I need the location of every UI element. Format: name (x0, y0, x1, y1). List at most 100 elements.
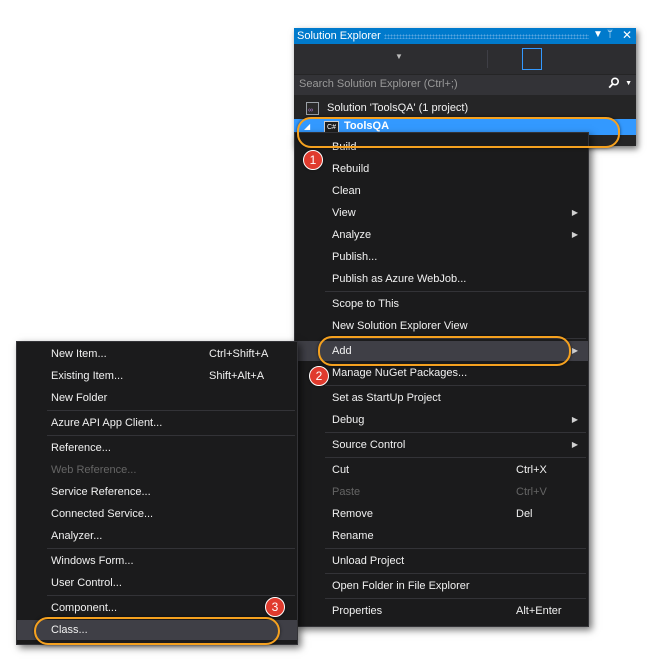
menu-separator (325, 598, 586, 599)
shortcut-label: Shift+Alt+A (209, 370, 265, 382)
shortcut-label: Ctrl+X (516, 464, 547, 476)
menu-item-label: New Item... (51, 348, 107, 360)
menu-item-source-control[interactable]: Source Control ▶ (295, 435, 588, 455)
submenu-item-existing-item[interactable]: Existing Item... Shift+Alt+A (17, 366, 297, 386)
menu-item-label: User Control... (51, 577, 122, 589)
menu-item-new-solution-explorer-view[interactable]: New Solution Explorer View (295, 316, 588, 336)
submenu-arrow-icon: ▶ (571, 415, 578, 424)
menu-item-label: Analyze (332, 229, 372, 241)
submenu-item-analyzer[interactable]: Analyzer... (17, 526, 297, 546)
menu-item-manage-nuget-packages[interactable]: Manage NuGet Packages... (295, 363, 588, 383)
submenu-arrow-icon: ▶ (571, 230, 578, 239)
menu-separator (325, 573, 586, 574)
menu-item-scope-to-this[interactable]: Scope to This (295, 294, 588, 314)
menu-item-set-as-startup-project[interactable]: Set as StartUp Project (295, 388, 588, 408)
menu-item-label: Azure API App Client... (51, 417, 163, 429)
shortcut-label: Del (516, 508, 533, 520)
menu-item-label: Reference... (51, 442, 111, 454)
shortcut-label: Ctrl+V (516, 486, 547, 498)
menu-item-paste[interactable]: Paste Ctrl+V (295, 482, 588, 502)
solution-icon: ∞ (306, 102, 319, 115)
menu-item-remove[interactable]: Remove Del (295, 504, 588, 524)
project-context-menu: Build Rebuild Clean View ▶ Analyze ▶ Publi… (294, 132, 589, 627)
menu-item-publish[interactable]: Publish... (295, 247, 588, 267)
window-position-dropdown-icon[interactable]: ▼ (593, 29, 603, 40)
menu-item-cut[interactable]: Cut Ctrl+X (295, 460, 588, 480)
solution-explorer-title: Solution Explorer (297, 30, 381, 42)
solution-node[interactable]: ∞ Solution 'ToolsQA' (1 project) (294, 99, 636, 117)
menu-item-label: Service Reference... (51, 486, 151, 498)
menu-item-label: Rebuild (332, 163, 370, 175)
menu-item-label: Publish... (332, 251, 378, 263)
menu-item-debug[interactable]: Debug ▶ (295, 410, 588, 430)
menu-item-label: Clean (332, 185, 361, 197)
submenu-item-user-control[interactable]: User Control... (17, 573, 297, 593)
menu-item-label: Windows Form... (51, 555, 134, 567)
titlebar-grip[interactable] (384, 34, 589, 39)
menu-item-label: Analyzer... (51, 530, 103, 542)
menu-item-label: Scope to This (332, 298, 400, 310)
menu-separator (325, 432, 586, 433)
submenu-item-new-folder[interactable]: New Folder (17, 388, 297, 408)
toolbar-dropdown-arrow-icon[interactable]: ▼ (395, 52, 403, 61)
menu-item-label: Properties (332, 605, 383, 617)
menu-item-analyze[interactable]: Analyze ▶ (295, 225, 588, 245)
submenu-arrow-icon: ▶ (571, 346, 578, 355)
step-badge-3: 3 (265, 597, 285, 617)
menu-item-label: Remove (332, 508, 373, 520)
add-submenu: New Item... Ctrl+Shift+A Existing Item...… (16, 341, 298, 645)
search-options-dropdown-icon[interactable]: ▼ (625, 80, 632, 87)
menu-item-label: Manage NuGet Packages... (332, 367, 468, 379)
menu-separator (47, 410, 295, 411)
solution-label: Solution 'ToolsQA' (1 project) (327, 102, 469, 114)
submenu-item-component[interactable]: Component... (17, 598, 297, 618)
pin-icon[interactable]: ᛘ (607, 29, 613, 40)
menu-item-properties[interactable]: Properties Alt+Enter (295, 601, 588, 621)
close-icon[interactable]: ✕ (622, 28, 632, 42)
menu-item-rename[interactable]: Rename (295, 526, 588, 546)
toolbar-button[interactable] (522, 48, 542, 70)
solution-explorer-titlebar: Solution Explorer ▼ ᛘ ✕ (294, 28, 636, 44)
menu-item-clean[interactable]: Clean (295, 181, 588, 201)
submenu-item-service-reference[interactable]: Service Reference... (17, 482, 297, 502)
menu-separator (325, 385, 586, 386)
menu-item-label: New Folder (51, 392, 108, 404)
menu-item-label: Open Folder in File Explorer (332, 580, 470, 592)
menu-item-label: Existing Item... (51, 370, 124, 382)
menu-item-unload-project[interactable]: Unload Project (295, 551, 588, 571)
menu-item-view[interactable]: View ▶ (295, 203, 588, 223)
search-icon[interactable] (608, 77, 620, 92)
submenu-item-reference[interactable]: Reference... (17, 438, 297, 458)
menu-item-publish-azure-webjob[interactable]: Publish as Azure WebJob... (295, 269, 588, 289)
menu-item-label: View (332, 207, 356, 219)
menu-item-label: Publish as Azure WebJob... (332, 273, 467, 285)
submenu-item-connected-service[interactable]: Connected Service... (17, 504, 297, 524)
search-input[interactable]: Search Solution Explorer (Ctrl+;) (299, 78, 458, 90)
submenu-item-windows-form[interactable]: Windows Form... (17, 551, 297, 571)
menu-item-label: Debug (332, 414, 365, 426)
submenu-item-azure-api-app-client[interactable]: Azure API App Client... (17, 413, 297, 433)
menu-item-label: Component... (51, 602, 118, 614)
menu-separator (325, 291, 586, 292)
shortcut-label: Alt+Enter (516, 605, 562, 617)
submenu-arrow-icon: ▶ (571, 208, 578, 217)
highlight-ring-project (297, 117, 620, 148)
highlight-ring-class (34, 617, 280, 645)
shortcut-label: Ctrl+Shift+A (209, 348, 269, 360)
solution-explorer-toolbar: ▼ (294, 44, 636, 74)
menu-item-label: Set as StartUp Project (332, 392, 441, 404)
menu-item-label: Paste (332, 486, 361, 498)
menu-separator (325, 457, 586, 458)
submenu-item-new-item[interactable]: New Item... Ctrl+Shift+A (17, 344, 297, 364)
menu-item-rebuild[interactable]: Rebuild (295, 159, 588, 179)
submenu-arrow-icon: ▶ (571, 440, 578, 449)
menu-separator (47, 435, 295, 436)
menu-item-open-folder-in-file-explorer[interactable]: Open Folder in File Explorer (295, 576, 588, 596)
toolbar-separator (487, 50, 488, 68)
menu-item-label: Rename (332, 530, 374, 542)
step-badge-2: 2 (309, 366, 329, 386)
search-box[interactable]: Search Solution Explorer (Ctrl+;) ▼ (294, 75, 636, 95)
menu-separator (47, 548, 295, 549)
menu-separator (47, 595, 295, 596)
submenu-item-web-reference[interactable]: Web Reference... (17, 460, 297, 480)
